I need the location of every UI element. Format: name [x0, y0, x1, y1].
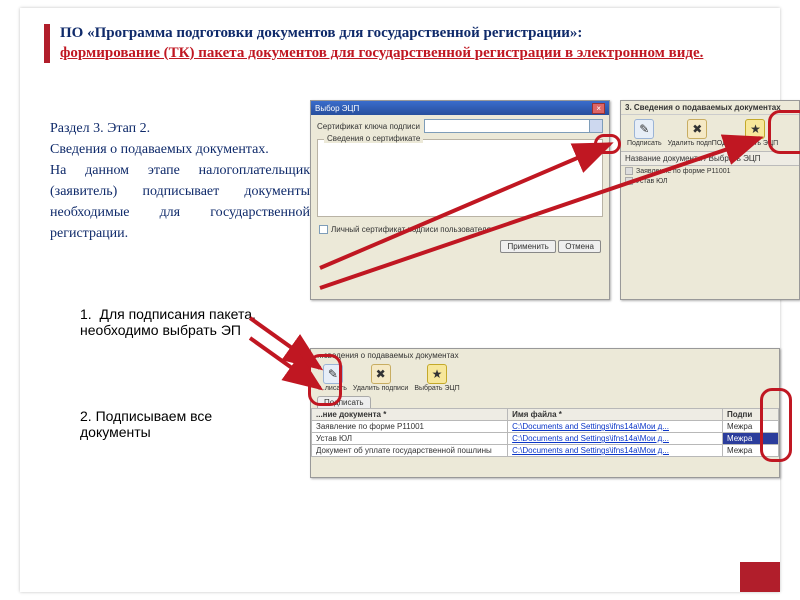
col-sign: Подпи: [722, 409, 778, 421]
table-header-row: ...ние документа * Имя файла * Подпи: [312, 409, 779, 421]
col-file: Имя файла *: [508, 409, 723, 421]
step-1: 1. Для подписания пакета, необходимо выб…: [80, 306, 310, 338]
sign-icon: ✎: [323, 364, 343, 384]
slide: ПО «Программа подготовки документов для …: [20, 8, 780, 592]
cancel-button[interactable]: Отмена: [558, 240, 601, 253]
cell-name: Устав ЮЛ: [312, 433, 508, 445]
tool-del-label: Удалить подписи: [353, 385, 408, 392]
cell-sign: Межра: [722, 433, 778, 445]
cert-info-group: Сведения о сертификате: [317, 139, 603, 217]
tool-choose-ecp[interactable]: ★ Выбрать ЭЦП: [414, 364, 459, 392]
panel3-header: ...сведения о подаваемых документах: [311, 349, 779, 362]
tool-delete-sign[interactable]: ✖ Удалить подпПОД: [668, 119, 727, 147]
doc-row-2: Устав ЮЛ: [636, 178, 668, 185]
step-2-text: 2. Подписываем все документы: [80, 408, 212, 440]
panel2-header: 3. Сведения о подаваемых документах: [621, 101, 799, 115]
tool-sign[interactable]: ✎ ...лисать: [319, 364, 347, 392]
section-heading: Раздел 3. Этап 2.: [50, 121, 150, 136]
doc-row-1: Заявление по форме Р11001: [636, 168, 731, 175]
tool-sign-label: ...лисать: [319, 385, 347, 392]
tool-del-label: Удалить подпПОД: [668, 140, 727, 147]
list-item[interactable]: Устав ЮЛ: [621, 176, 799, 186]
cell-file[interactable]: C:\Documents and Settings\ifns14a\Мои д.…: [508, 421, 723, 433]
tool-delete-sign[interactable]: ✖ Удалить подписи: [353, 364, 408, 392]
panel3-toolbar: ✎ ...лисать ✖ Удалить подписи ★ Выбрать …: [311, 362, 779, 396]
tool-sign-label: Подписать: [627, 140, 662, 147]
dialog-titlebar: Выбор ЭЦП ×: [311, 101, 609, 115]
panel-top-right: 3. Сведения о подаваемых документах ✎ По…: [620, 100, 800, 300]
panel2-doc-list: Заявление по форме Р11001 Устав ЮЛ: [621, 166, 799, 186]
apply-button[interactable]: Применить: [500, 240, 555, 253]
dialog-title: Выбор ЭЦП: [315, 104, 359, 113]
personal-cert-label: Личный сертификат подписи пользователя: [331, 225, 491, 234]
delete-icon: ✖: [687, 119, 707, 139]
step-1-index: 1.: [80, 306, 92, 322]
tool-sign[interactable]: ✎ Подписать: [627, 119, 662, 147]
delete-icon: ✖: [371, 364, 391, 384]
title-main: ПО «Программа подготовки документов для …: [60, 25, 582, 41]
cert-label: Сертификат ключа подписи: [317, 122, 420, 131]
star-icon: ★: [745, 119, 765, 139]
tab-sign[interactable]: Подписать: [317, 396, 371, 408]
cell-sign: Межра: [722, 421, 778, 433]
footer-accent: [740, 562, 780, 592]
panel2-toolbar: ✎ Подписать ✖ Удалить подпПОД ★ Выбрать …: [621, 115, 799, 151]
col-name: ...ние документа *: [312, 409, 508, 421]
table-row[interactable]: Устав ЮЛ C:\Documents and Settings\ifns1…: [312, 433, 779, 445]
section-line1: Сведения о подаваемых документах.: [50, 142, 269, 157]
cert-combobox[interactable]: [424, 119, 603, 133]
panel2-col-header: Название документа / Выбрать ЭЦП: [621, 151, 799, 166]
list-item[interactable]: Заявление по форме Р11001: [621, 166, 799, 176]
cell-name: Заявление по форме Р11001: [312, 421, 508, 433]
panel-bottom: ...сведения о подаваемых документах ✎ ..…: [310, 348, 780, 478]
step-1-text: Для подписания пакета, необходимо выбрат…: [80, 306, 256, 338]
dialog-choose-ecp: Выбор ЭЦП × Сертификат ключа подписи Све…: [310, 100, 610, 300]
sign-icon: ✎: [634, 119, 654, 139]
cell-name: Документ об уплате государственной пошли…: [312, 445, 508, 457]
title-block: ПО «Программа подготовки документов для …: [44, 24, 756, 63]
section-line2: На данном этапе налогоплательщик (заявит…: [50, 163, 310, 241]
star-icon: ★: [427, 364, 447, 384]
cell-file[interactable]: C:\Documents and Settings\ifns14a\Мои д.…: [508, 445, 723, 457]
close-icon[interactable]: ×: [592, 103, 605, 114]
section-text: Раздел 3. Этап 2. Сведения о подаваемых …: [50, 118, 310, 244]
personal-cert-checkbox[interactable]: [319, 225, 328, 234]
doc-icon: [625, 177, 633, 185]
docs-table: ...ние документа * Имя файла * Подпи Зая…: [311, 408, 779, 457]
title-sub: формирование (ТК) пакета документов для …: [60, 45, 703, 61]
doc-icon: [625, 167, 633, 175]
table-row[interactable]: Документ об уплате государственной пошли…: [312, 445, 779, 457]
cell-file[interactable]: C:\Documents and Settings\ifns14a\Мои д.…: [508, 433, 723, 445]
table-row[interactable]: Заявление по форме Р11001 C:\Documents a…: [312, 421, 779, 433]
tool-pick-label: Выбрать ЭЦП: [414, 385, 459, 392]
cell-sign: Межра: [722, 445, 778, 457]
step-2: 2. Подписываем все документы: [80, 408, 280, 440]
tool-choose-ecp[interactable]: ★ Выбрать ЭЦП: [733, 119, 778, 147]
tool-pick-label: Выбрать ЭЦП: [733, 140, 778, 147]
arrow-layer: [20, 8, 780, 592]
cert-info-title: Сведения о сертификате: [324, 134, 423, 143]
